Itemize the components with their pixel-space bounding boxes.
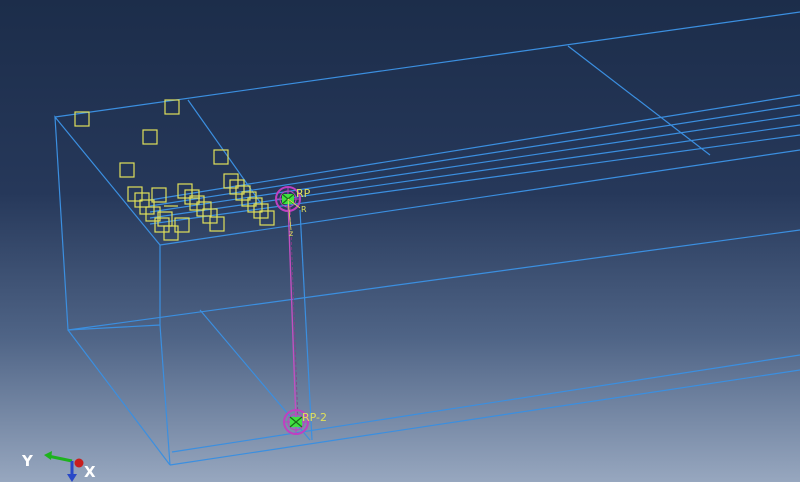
- top-back-edge: [54, 11, 800, 118]
- triad-y-label: Y: [22, 452, 33, 470]
- constraint-markers[interactable]: [74, 99, 275, 241]
- y-axis-arrowhead: [44, 451, 52, 460]
- partition-line: [299, 209, 313, 441]
- model-viewport[interactable]: RP RP-2 R z Y X: [0, 0, 800, 482]
- part-wireframe: [54, 11, 800, 466]
- partition-line: [171, 354, 800, 453]
- coordinate-triad: [44, 451, 84, 482]
- bottom-long-edge: [169, 369, 800, 466]
- rebar-line: [149, 104, 800, 207]
- model-canvas[interactable]: [0, 0, 800, 482]
- y-axis-arrow: [47, 454, 73, 463]
- end-face-outline: [54, 115, 161, 331]
- local-axis-z-label: z: [289, 229, 294, 238]
- rebar-line: [149, 94, 800, 201]
- mid-long-edge: [67, 229, 800, 331]
- x-axis-dot: [74, 458, 84, 468]
- bottom-near-edge: [67, 329, 171, 466]
- z-axis-arrowhead: [67, 474, 77, 482]
- partition-line: [187, 99, 263, 206]
- triad-x-label: X: [84, 463, 96, 481]
- rp-label: RP: [296, 187, 311, 200]
- rp-2-label: RP-2: [302, 411, 328, 424]
- local-axis-r-label: R: [301, 205, 307, 214]
- vertical-near-edge: [159, 324, 171, 466]
